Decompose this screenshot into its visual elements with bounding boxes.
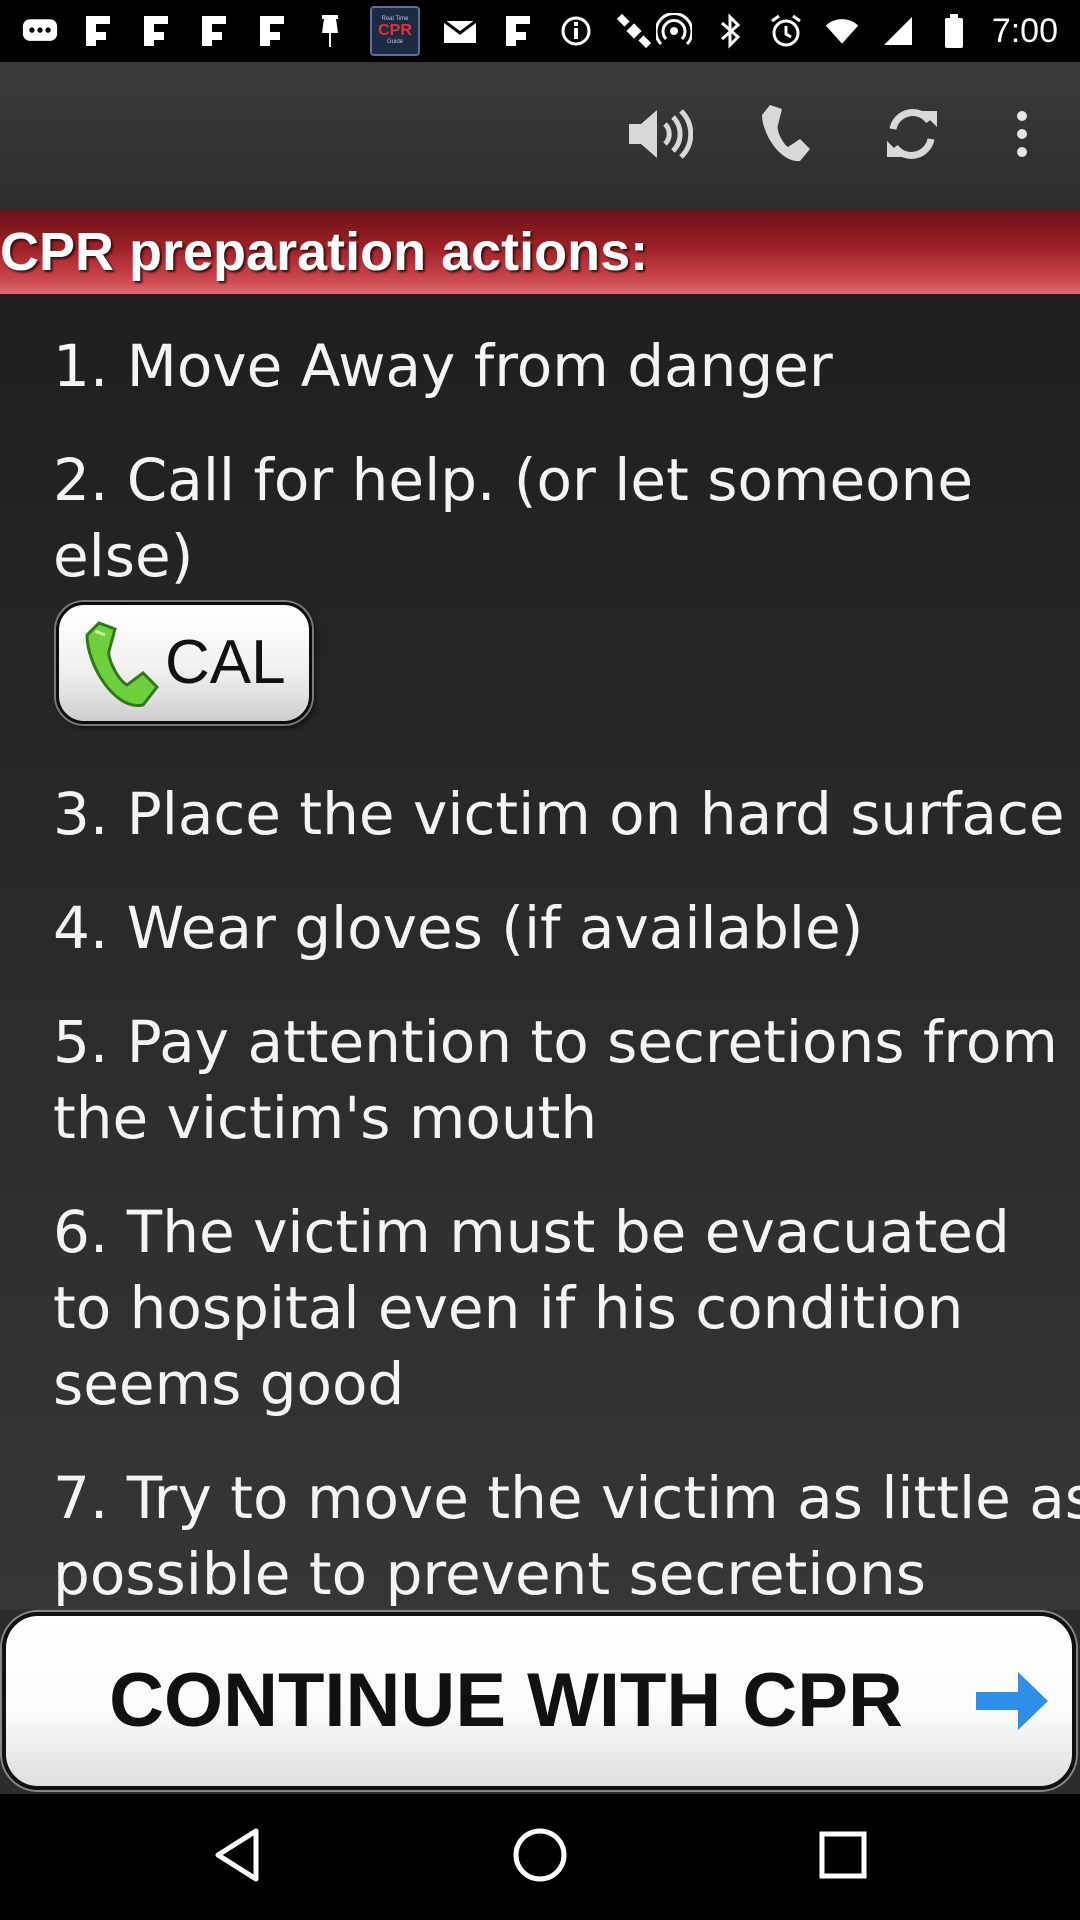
continue-with-cpr-button[interactable]: CONTINUE WITH CPR	[2, 1612, 1076, 1790]
info-icon	[558, 13, 594, 49]
header-banner: CPR preparation actions:	[0, 210, 1080, 294]
home-icon	[512, 1827, 568, 1887]
back-button[interactable]	[202, 1822, 272, 1892]
step-6: 6. The victim must be evacuated to hospi…	[53, 1194, 1080, 1422]
step-line: seems good	[53, 1350, 405, 1418]
green-phone-icon	[85, 619, 159, 717]
battery-icon	[936, 13, 972, 49]
overflow-menu-icon	[1014, 110, 1030, 162]
flipboard-icon	[80, 13, 116, 49]
signal-icon	[880, 13, 916, 49]
arrow-right-icon	[974, 1668, 1050, 1738]
system-icons: 7:00	[655, 0, 1058, 62]
bluetooth-icon	[712, 13, 748, 49]
flipboard-icon	[138, 13, 174, 49]
flipboard-icon	[254, 13, 290, 49]
recents-button[interactable]	[808, 1822, 878, 1892]
step-3: 3. Place the victim on hard surface	[53, 776, 1080, 852]
volume-button[interactable]	[624, 100, 696, 172]
refresh-icon	[881, 103, 943, 169]
volume-icon	[627, 106, 694, 166]
flipboard-icon	[196, 13, 232, 49]
step-line: the victim's mouth	[53, 1084, 598, 1152]
step-5: 5. Pay attention to secretions from the …	[53, 1004, 1080, 1156]
step-1: 1. Move Away from danger	[53, 328, 1080, 404]
page-title: CPR preparation actions:	[0, 222, 649, 282]
mail-icon	[442, 13, 478, 49]
alarm-icon	[768, 13, 804, 49]
notification-icons: Real Time CPR Guide	[22, 0, 652, 62]
satellite-icon	[616, 13, 652, 49]
step-line: 2. Call for help. (or let someone	[53, 446, 974, 514]
status-time: 7:00	[991, 11, 1058, 50]
screen: Real Time CPR Guide 7:00 CPR preparation…	[0, 0, 1080, 1920]
refresh-button[interactable]	[876, 100, 948, 172]
hotspot-icon	[655, 13, 692, 49]
step-4: 4. Wear gloves (if available)	[53, 890, 1080, 966]
step-line: 6. The victim must be evacuated	[53, 1198, 1010, 1266]
back-icon	[212, 1827, 262, 1887]
home-button[interactable]	[505, 1822, 575, 1892]
chat-bubble-icon	[22, 13, 58, 49]
flipboard-icon	[500, 13, 536, 49]
steps-list: 1. Move Away from danger 2. Call for hel…	[0, 294, 1080, 1610]
step-line: 3. Place the victim on hard surface	[53, 780, 1065, 848]
step-line: possible to prevent secretions	[53, 1540, 926, 1608]
navigation-bar	[0, 1794, 1080, 1920]
step-line: 4. Wear gloves (if available)	[53, 894, 864, 962]
recents-icon	[818, 1830, 868, 1884]
phone-button[interactable]	[750, 100, 822, 172]
step-line: 5. Pay attention to secretions from	[53, 1008, 1058, 1076]
call-button[interactable]: CAL	[56, 602, 312, 724]
cpr-app-icon: Real Time CPR Guide	[370, 6, 420, 56]
status-bar: Real Time CPR Guide 7:00	[0, 0, 1080, 62]
continue-button-label: CONTINUE WITH CPR	[109, 1658, 903, 1743]
overflow-menu-button[interactable]	[986, 100, 1058, 172]
step-7: 7. Try to move the victim as little as p…	[53, 1460, 1080, 1610]
call-button-label: CAL	[165, 628, 286, 697]
step-line: to hospital even if his condition	[53, 1274, 964, 1342]
phone-icon	[760, 103, 812, 169]
action-bar	[0, 62, 1080, 210]
app-badge-bottom: Guide	[386, 39, 403, 46]
step-line: 7. Try to move the victim as little as	[53, 1464, 1080, 1532]
wifi-icon	[824, 13, 860, 49]
app-badge-main: CPR	[378, 21, 412, 39]
pin-icon	[312, 13, 348, 49]
step-line: else)	[53, 522, 194, 590]
step-2: 2. Call for help. (or let someone else)	[53, 442, 1080, 594]
step-line: 1. Move Away from danger	[53, 332, 833, 400]
